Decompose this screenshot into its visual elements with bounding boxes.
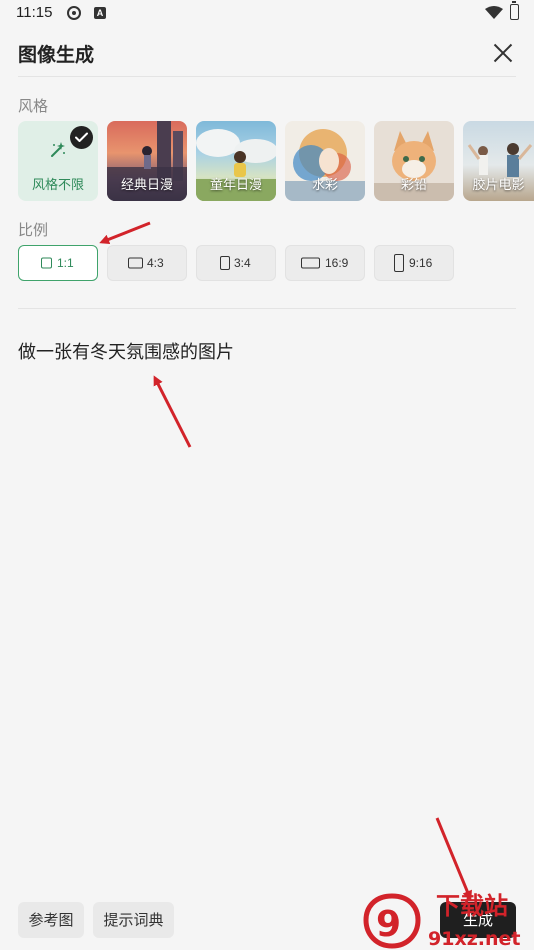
wifi-icon [485, 5, 503, 24]
style-card-label: 经典日漫 [120, 178, 173, 193]
status-time: 11:15 [16, 4, 53, 21]
ratio-label: 16:9 [325, 256, 349, 270]
wide-rect-icon [301, 257, 320, 269]
style-card-label: 童年日漫 [209, 178, 262, 193]
watermark-url: 91xz.net [428, 928, 521, 950]
style-card-label: 胶片电影 [472, 178, 525, 193]
style-card-film[interactable]: 胶片电影 [463, 121, 534, 201]
notification-a-icon: A [94, 7, 106, 19]
landscape-rect-icon [128, 257, 143, 269]
ratio-4-3-button[interactable]: 4:3 [107, 245, 187, 281]
prompt-dictionary-button[interactable]: 提示词典 [93, 902, 174, 938]
header-divider [18, 76, 516, 77]
style-card-watercolor[interactable]: 水彩 [285, 121, 365, 201]
ratio-label: 9:16 [409, 256, 433, 270]
arrow-to-ratio [99, 221, 151, 245]
watermark-title: 下载站 [436, 892, 508, 920]
magic-wand-icon [49, 141, 67, 163]
style-section-label: 风格 [18, 97, 49, 115]
close-icon[interactable] [490, 40, 516, 66]
style-card-childhood-anime[interactable]: 童年日漫 [196, 121, 276, 201]
square-icon [41, 257, 52, 269]
sync-icon [67, 6, 81, 20]
portrait-rect-icon [220, 256, 230, 270]
reference-image-button[interactable]: 参考图 [18, 902, 84, 938]
selected-check-icon [70, 126, 93, 149]
ratio-16-9-button[interactable]: 16:9 [285, 245, 365, 281]
ratio-1-1-button[interactable]: 1:1 [18, 245, 98, 281]
ratio-3-4-button[interactable]: 3:4 [196, 245, 276, 281]
battery-icon [510, 1, 519, 20]
style-card-label: 风格不限 [31, 178, 84, 193]
style-card-label: 水彩 [311, 178, 338, 193]
ratio-label: 1:1 [57, 256, 74, 270]
ratio-label: 4:3 [147, 256, 164, 270]
ratio-section-label: 比例 [18, 221, 49, 239]
ratio-divider [18, 308, 516, 309]
ratio-label: 3:4 [234, 256, 251, 270]
style-card-label: 彩铅 [400, 178, 427, 193]
page-title: 图像生成 [18, 44, 95, 66]
watermark-logo: 9 [363, 893, 421, 949]
ratio-9-16-button[interactable]: 9:16 [374, 245, 454, 281]
style-card-colored-pencil[interactable]: 彩铅 [374, 121, 454, 201]
arrow-to-prompt [153, 375, 192, 448]
style-card-classic-anime[interactable]: 经典日漫 [107, 121, 187, 201]
prompt-input[interactable]: 做一张有冬天氛围感的图片 [18, 338, 234, 364]
svg-text:9: 9 [376, 904, 401, 945]
tall-rect-icon [394, 254, 404, 272]
status-bar: 11:15 A [0, 0, 534, 28]
